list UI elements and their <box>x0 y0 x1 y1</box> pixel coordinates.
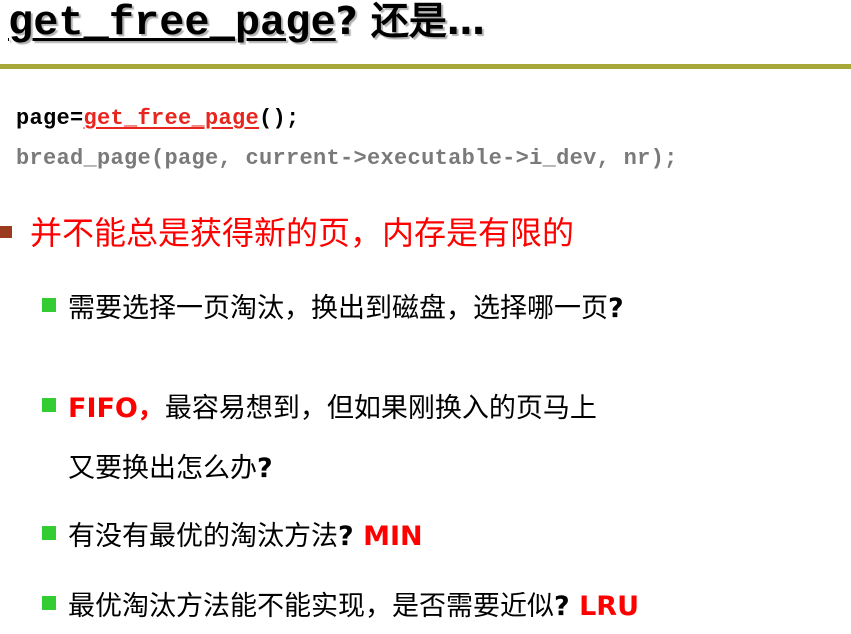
bullet-item-4-question: ? <box>554 591 570 622</box>
code-line-2: bread_page(page, current->executable->i_… <box>16 146 678 171</box>
bullet-item-2-continuation: 又要换出怎么办? <box>68 446 273 485</box>
bullet-item-3: 有没有最优的淘汰方法? MIN <box>68 514 423 553</box>
bullet-item-2-keyword: FIFO， <box>68 393 165 424</box>
bullet-item-4-keyword: LRU <box>569 591 639 622</box>
level1-bullet-icon <box>0 226 12 238</box>
level1-heading: 并不能总是获得新的页，内存是有限的 <box>30 214 575 252</box>
bullet-item-4: 最优淘汰方法能不能实现，是否需要近似? LRU <box>68 584 639 623</box>
bullet-item-3-keyword: MIN <box>353 521 423 552</box>
code-line-1-prefix: page= <box>16 106 84 131</box>
level2-bullet-icon <box>42 596 56 610</box>
bullet-item-1: 需要选择一页淘汰，换出到磁盘，选择哪一页? <box>68 286 624 325</box>
bullet-item-3-text: 有没有最优的淘汰方法 <box>68 521 338 552</box>
bullet-item-1-question: ? <box>608 293 624 324</box>
level2-bullet-icon <box>42 298 56 312</box>
bullet-item-2-text: 最容易想到，但如果刚换入的页马上 <box>164 393 597 424</box>
bullet-item-1-text: 需要选择一页淘汰，换出到磁盘，选择哪一页 <box>68 293 608 324</box>
bullet-item-2-question: ? <box>257 453 273 484</box>
title-rest: ? 还是… <box>335 0 485 43</box>
level2-bullet-icon <box>42 398 56 412</box>
bullet-item-2-text-line2: 又要换出怎么办 <box>68 453 257 484</box>
code-line-1-suffix: (); <box>259 106 300 131</box>
bullet-item-4-text: 最优淘汰方法能不能实现，是否需要近似 <box>68 591 554 622</box>
level2-bullet-icon <box>42 526 56 540</box>
bullet-item-3-question: ? <box>338 521 354 552</box>
title-code: get_free_page <box>8 0 336 47</box>
code-line-1-function: get_free_page <box>83 106 260 131</box>
title-divider <box>0 64 851 69</box>
bullet-item-2: FIFO，最容易想到，但如果刚换入的页马上 <box>68 386 597 425</box>
slide-title: get_free_page? 还是… <box>8 0 485 50</box>
code-line-1: page=get_free_page(); <box>16 106 300 131</box>
